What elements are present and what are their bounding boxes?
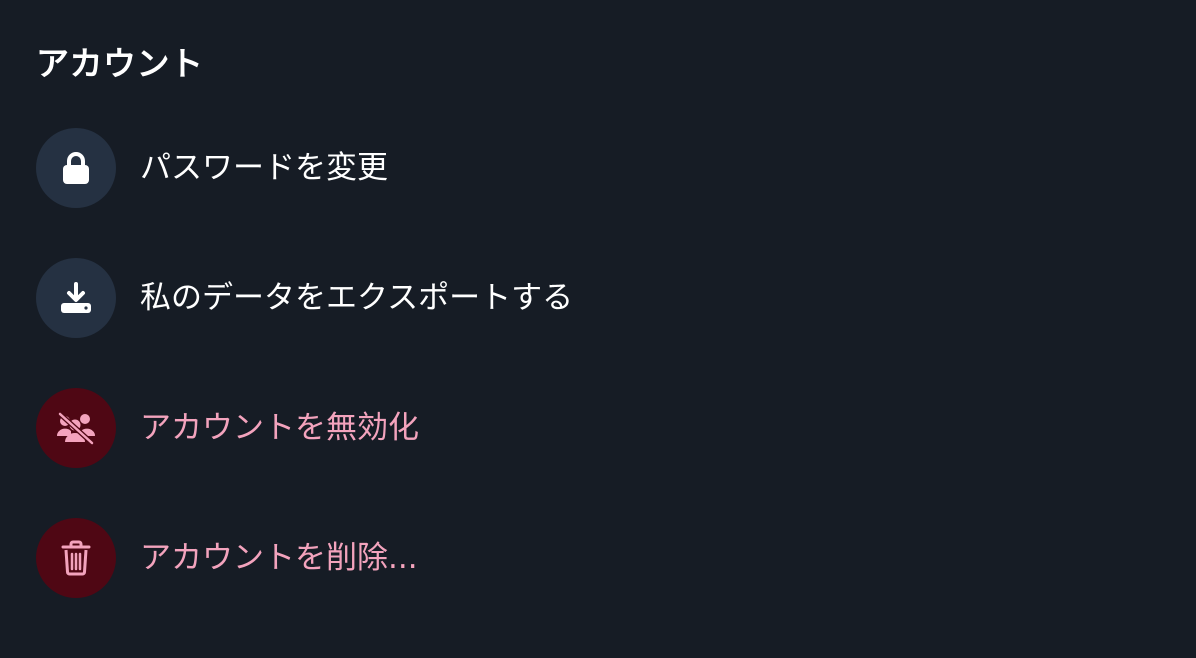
deactivate-account-item[interactable]: アカウントを無効化 bbox=[36, 388, 419, 468]
delete-account-item[interactable]: アカウントを削除... bbox=[36, 518, 418, 598]
account-settings-panel: アカウント パスワードを変更 私のデータをエクスポートする アカウントを無効化 … bbox=[0, 0, 1196, 658]
lock-icon bbox=[61, 151, 91, 185]
deactivate-account-icon-circle bbox=[36, 388, 116, 468]
deactivate-account-label: アカウントを無効化 bbox=[140, 410, 419, 446]
users-slash-icon bbox=[56, 411, 96, 445]
delete-account-label: アカウントを削除... bbox=[140, 540, 418, 576]
change-password-icon-circle bbox=[36, 128, 116, 208]
export-data-label: 私のデータをエクスポートする bbox=[140, 280, 574, 316]
section-title: アカウント bbox=[36, 44, 204, 83]
download-icon bbox=[59, 282, 93, 314]
change-password-label: パスワードを変更 bbox=[140, 150, 388, 186]
export-data-icon-circle bbox=[36, 258, 116, 338]
change-password-item[interactable]: パスワードを変更 bbox=[36, 128, 388, 208]
delete-account-icon-circle bbox=[36, 518, 116, 598]
export-data-item[interactable]: 私のデータをエクスポートする bbox=[36, 258, 573, 338]
trash-icon bbox=[61, 540, 91, 576]
